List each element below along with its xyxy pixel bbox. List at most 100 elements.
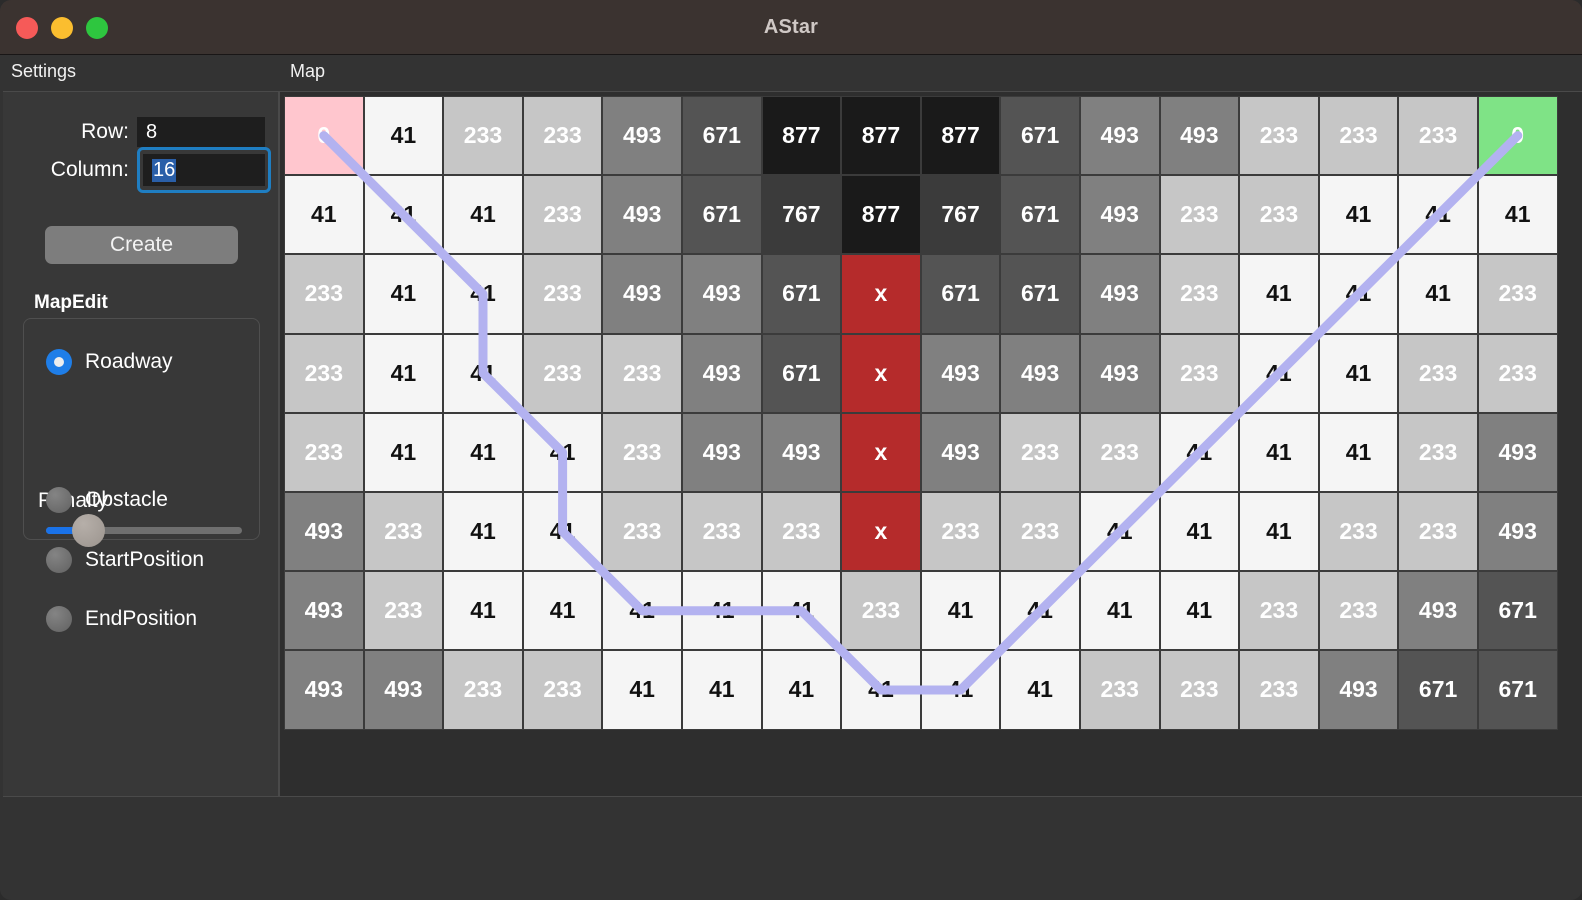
grid-cell[interactable]: 493 <box>1318 650 1399 730</box>
grid-cell[interactable]: 233 <box>1000 412 1080 492</box>
grid-cell[interactable]: 233 <box>1477 254 1558 334</box>
grid-cell[interactable]: 877 <box>841 175 921 255</box>
grid-cell[interactable]: 233 <box>602 491 682 572</box>
grid-cell[interactable]: 671 <box>1000 96 1080 176</box>
grid-cell[interactable]: 41 <box>1239 333 1319 413</box>
grid-cell[interactable]: 233 <box>1079 650 1160 730</box>
grid-cell[interactable]: 233 <box>1318 491 1399 572</box>
grid-cell[interactable]: 233 <box>363 491 444 572</box>
grid-cell[interactable]: 41 <box>443 491 523 572</box>
grid-cell[interactable]: 493 <box>1079 96 1160 176</box>
grid-cell[interactable]: 233 <box>1239 571 1319 651</box>
grid-cell-obstacle[interactable]: x <box>841 412 921 492</box>
grid-cell[interactable]: 233 <box>284 333 364 413</box>
grid-cell[interactable]: 233 <box>1000 491 1080 572</box>
grid-cell[interactable]: 671 <box>1398 650 1478 730</box>
grid-cell[interactable]: 41 <box>443 333 523 413</box>
grid-cell[interactable]: 233 <box>1318 571 1399 651</box>
grid-cell[interactable]: 41 <box>761 571 842 651</box>
grid-cell[interactable]: 41 <box>602 650 682 730</box>
grid-cell[interactable]: 41 <box>1079 571 1160 651</box>
maximize-button-icon[interactable] <box>86 16 108 39</box>
grid-cell[interactable]: 493 <box>920 412 1001 492</box>
radio-roadway-icon[interactable] <box>46 349 72 375</box>
grid-cell[interactable]: 671 <box>761 254 842 334</box>
grid-cell[interactable]: 233 <box>1239 650 1319 730</box>
radio-roadway[interactable]: Roadway <box>46 349 173 375</box>
grid-cell[interactable]: 493 <box>284 650 364 730</box>
grid-cell[interactable]: 41 <box>363 96 444 176</box>
grid-cell[interactable]: 493 <box>1159 96 1240 176</box>
grid-cell[interactable]: 41 <box>1079 491 1160 572</box>
grid-cell[interactable]: 493 <box>284 571 364 651</box>
grid-cell-obstacle[interactable]: x <box>841 254 921 334</box>
grid-cell[interactable]: 233 <box>761 491 842 572</box>
grid-cell[interactable]: 233 <box>920 491 1001 572</box>
grid-cell[interactable]: 41 <box>443 254 523 334</box>
grid-cell[interactable]: 41 <box>602 571 682 651</box>
grid-cell[interactable]: 877 <box>920 96 1001 176</box>
grid-cell-obstacle[interactable]: x <box>841 491 921 572</box>
grid-cell[interactable]: 493 <box>761 412 842 492</box>
grid-cell[interactable]: 233 <box>363 571 444 651</box>
grid-cell[interactable]: 493 <box>1477 491 1558 572</box>
row-input[interactable]: 8 <box>137 117 265 147</box>
grid-cell[interactable]: 41 <box>681 571 762 651</box>
grid-cell[interactable]: 671 <box>761 333 842 413</box>
radio-startposition-icon[interactable] <box>46 547 72 573</box>
grid-cell-end[interactable]: 0 <box>1477 96 1558 176</box>
grid-cell[interactable]: 41 <box>1398 254 1478 334</box>
grid-cell[interactable]: 233 <box>1239 175 1319 255</box>
grid-cell[interactable]: 41 <box>1318 412 1399 492</box>
grid-cell[interactable]: 233 <box>522 254 603 334</box>
grid-cell[interactable]: 671 <box>1000 175 1080 255</box>
grid-cell[interactable]: 41 <box>1318 254 1399 334</box>
radio-obstacle-icon[interactable] <box>46 487 72 513</box>
grid-cell[interactable]: 493 <box>681 333 762 413</box>
grid-cell[interactable]: 233 <box>1239 96 1319 176</box>
grid-cell[interactable]: 41 <box>761 650 842 730</box>
grid-cell[interactable]: 233 <box>1318 96 1399 176</box>
grid-cell[interactable]: 493 <box>1079 254 1160 334</box>
grid-cell-obstacle[interactable]: x <box>841 333 921 413</box>
grid-cell[interactable]: 41 <box>1318 333 1399 413</box>
penalty-slider-thumb[interactable] <box>72 514 105 547</box>
grid-cell[interactable]: 41 <box>284 175 364 255</box>
create-button[interactable]: Create <box>45 226 238 264</box>
grid-cell-start[interactable]: 0 <box>284 96 364 176</box>
grid-cell[interactable]: 41 <box>1000 571 1080 651</box>
grid-cell[interactable]: 493 <box>1079 175 1160 255</box>
grid-cell[interactable]: 41 <box>1239 491 1319 572</box>
grid-cell[interactable]: 233 <box>1159 333 1240 413</box>
grid-cell[interactable]: 41 <box>363 412 444 492</box>
grid-cell[interactable]: 493 <box>1477 412 1558 492</box>
grid-cell[interactable]: 233 <box>1398 412 1478 492</box>
grid-cell[interactable]: 233 <box>602 333 682 413</box>
grid-cell[interactable]: 671 <box>681 96 762 176</box>
grid-cell[interactable]: 233 <box>284 254 364 334</box>
grid-cell[interactable]: 41 <box>920 571 1001 651</box>
grid-cell[interactable]: 41 <box>1159 412 1240 492</box>
close-button-icon[interactable] <box>16 16 38 39</box>
map-grid[interactable]: 0 41 233 233 493 671 877 877 877 671 493 493 233 233 2… <box>284 96 1558 730</box>
grid-cell[interactable]: 233 <box>602 412 682 492</box>
grid-cell[interactable]: 671 <box>1477 650 1558 730</box>
grid-cell[interactable]: 233 <box>522 333 603 413</box>
grid-cell[interactable]: 41 <box>363 333 444 413</box>
radio-endposition-icon[interactable] <box>46 606 72 632</box>
grid-cell[interactable]: 767 <box>761 175 842 255</box>
grid-cell[interactable]: 41 <box>443 175 523 255</box>
grid-cell[interactable]: 41 <box>443 571 523 651</box>
grid-cell[interactable]: 233 <box>1477 333 1558 413</box>
grid-cell[interactable]: 493 <box>920 333 1001 413</box>
grid-cell[interactable]: 493 <box>602 254 682 334</box>
radio-startposition[interactable]: StartPosition <box>46 547 204 573</box>
radio-endposition[interactable]: EndPosition <box>46 606 197 632</box>
grid-cell[interactable]: 41 <box>1000 650 1080 730</box>
grid-cell[interactable]: 233 <box>1398 333 1478 413</box>
grid-cell[interactable]: 41 <box>522 412 603 492</box>
grid-cell[interactable]: 233 <box>522 96 603 176</box>
grid-cell[interactable]: 877 <box>761 96 842 176</box>
grid-cell[interactable]: 233 <box>1159 650 1240 730</box>
grid-cell[interactable]: 233 <box>522 175 603 255</box>
